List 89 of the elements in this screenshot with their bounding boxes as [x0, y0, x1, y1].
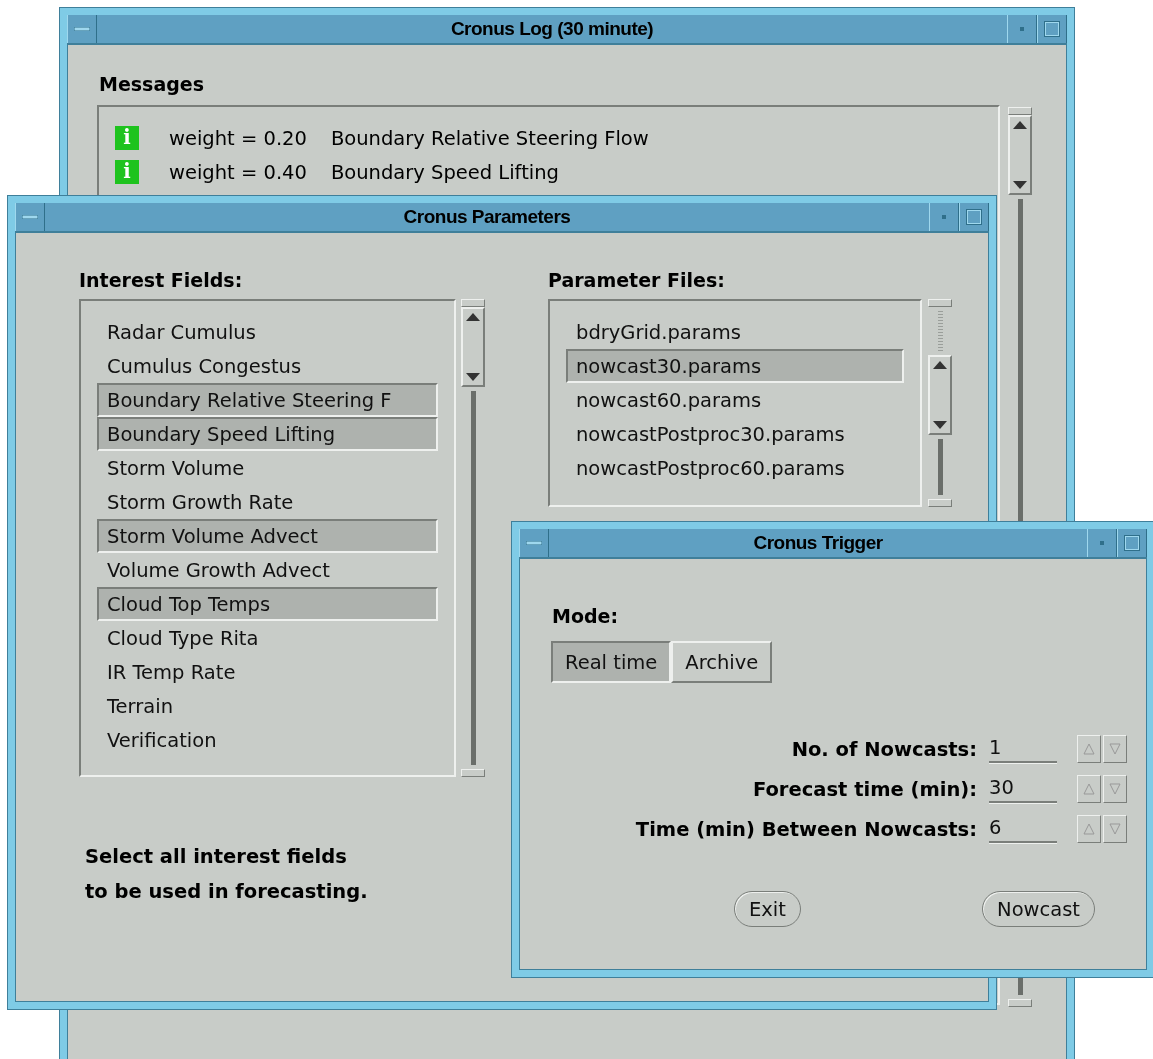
scroll-down-icon[interactable] — [1013, 181, 1027, 189]
list-item[interactable]: Radar Cumulus — [97, 315, 438, 349]
window-title: Cronus Trigger — [752, 531, 884, 555]
list-item[interactable]: Cloud Type Rita — [97, 621, 438, 655]
list-label: Parameter Files: — [548, 269, 725, 291]
list-item[interactable]: Verification — [97, 723, 438, 757]
increment-button[interactable] — [1077, 815, 1101, 843]
square-icon — [1124, 535, 1140, 551]
scroll-end-cap[interactable] — [928, 499, 952, 507]
list-item[interactable]: nowcast30.params — [566, 349, 904, 383]
down-triangle-icon — [1109, 823, 1121, 835]
list-item[interactable]: Volume Growth Advect — [97, 553, 438, 587]
title-bar[interactable]: Cronus Log (30 minute) — [67, 15, 1067, 45]
scroll-end-cap[interactable] — [461, 769, 485, 777]
scroll-up-icon[interactable] — [1013, 121, 1027, 129]
message-weight: weight = 0.20 — [169, 126, 307, 150]
list-item[interactable]: Cloud Top Temps — [97, 587, 438, 621]
up-triangle-icon — [1083, 743, 1095, 755]
maximize-button[interactable] — [1037, 15, 1067, 43]
message-weight: weight = 0.40 — [169, 160, 307, 184]
square-icon — [1044, 21, 1060, 37]
increment-button[interactable] — [1077, 775, 1101, 803]
parameter-file-list[interactable]: bdryGrid.params nowcast30.params nowcast60.params nowcastPostproc30.params nowcastPostproc60.params — [548, 299, 922, 507]
info-icon: i — [115, 126, 139, 150]
decrement-button[interactable] — [1103, 735, 1127, 763]
scroll-end-cap[interactable] — [1008, 999, 1032, 1007]
hint-text: to be used in forecasting. — [85, 879, 368, 905]
maximize-button[interactable] — [959, 203, 989, 231]
number-field[interactable]: 30 — [989, 775, 1057, 803]
decrement-button[interactable] — [1103, 775, 1127, 803]
scroll-up-icon[interactable] — [933, 361, 947, 369]
maximize-button[interactable] — [1117, 529, 1147, 557]
list-item[interactable]: Boundary Relative Steering F — [97, 383, 438, 417]
window-title: Cronus Parameters — [402, 205, 572, 229]
window-menu-button[interactable] — [67, 15, 97, 43]
message-text: Boundary Relative Steering Flow — [330, 126, 649, 150]
interest-field-list[interactable] — [79, 299, 456, 777]
list-item[interactable]: nowcastPostproc60.params — [566, 451, 904, 485]
scroll-end-cap[interactable] — [928, 299, 952, 307]
field-label: Time (min) Between Nowcasts: — [635, 817, 977, 841]
title-bar[interactable]: Cronus Trigger — [519, 529, 1147, 559]
scrollbar[interactable] — [928, 299, 952, 507]
down-triangle-icon — [1109, 743, 1121, 755]
action-button[interactable]: Nowcast — [982, 891, 1095, 927]
info-icon: i — [115, 160, 139, 184]
increment-button[interactable] — [1077, 735, 1101, 763]
list-item[interactable]: Storm Volume Advect — [97, 519, 438, 553]
message-text: Boundary Speed Lifting — [330, 160, 559, 184]
section-heading: Messages — [99, 73, 205, 95]
number-field[interactable]: 1 — [989, 735, 1057, 763]
dash-icon — [526, 541, 542, 545]
mode-label: Mode: — [552, 605, 619, 627]
list-item[interactable]: IR Temp Rate — [97, 655, 438, 689]
list-item[interactable]: Cumulus Congestus — [97, 349, 438, 383]
scroll-end-cap[interactable] — [1008, 107, 1032, 115]
field-label: Forecast time (min): — [751, 777, 977, 801]
scroll-down-icon[interactable] — [933, 421, 947, 429]
mode-toggle[interactable]: Archive — [671, 641, 773, 683]
title-bar[interactable]: Cronus Parameters — [15, 203, 989, 233]
decrement-button[interactable] — [1103, 815, 1127, 843]
list-item[interactable]: Storm Volume — [97, 451, 438, 485]
scroll-up-icon[interactable] — [466, 313, 480, 321]
minimize-button[interactable] — [1007, 15, 1037, 43]
up-triangle-icon — [1083, 783, 1095, 795]
window-menu-button[interactable] — [519, 529, 549, 557]
down-triangle-icon — [1109, 783, 1121, 795]
window-menu-button[interactable] — [15, 203, 45, 231]
list-item[interactable]: Terrain — [97, 689, 438, 723]
list-item[interactable]: Boundary Speed Lifting — [97, 417, 438, 451]
list-item[interactable]: nowcast60.params — [566, 383, 904, 417]
dash-icon — [74, 27, 90, 31]
mode-toggle[interactable]: Real time — [551, 641, 672, 683]
minimize-button[interactable] — [929, 203, 959, 231]
hint-text: Select all interest fields — [85, 844, 348, 870]
scrollbar[interactable] — [461, 299, 485, 777]
field-label: No. of Nowcasts: — [790, 737, 977, 761]
action-button[interactable]: Exit — [734, 891, 801, 927]
square-icon — [966, 209, 982, 225]
list-item[interactable]: nowcastPostproc30.params — [566, 417, 904, 451]
list-label: Interest Fields: — [79, 269, 243, 291]
number-field[interactable]: 6 — [989, 815, 1057, 843]
scroll-down-icon[interactable] — [466, 373, 480, 381]
up-triangle-icon — [1083, 823, 1095, 835]
dash-icon — [22, 215, 38, 219]
list-item[interactable]: bdryGrid.params — [566, 315, 904, 349]
window-title: Cronus Log (30 minute) — [449, 17, 655, 41]
minimize-button[interactable] — [1087, 529, 1117, 557]
scroll-end-cap[interactable] — [461, 299, 485, 307]
list-item[interactable]: Storm Growth Rate — [97, 485, 438, 519]
